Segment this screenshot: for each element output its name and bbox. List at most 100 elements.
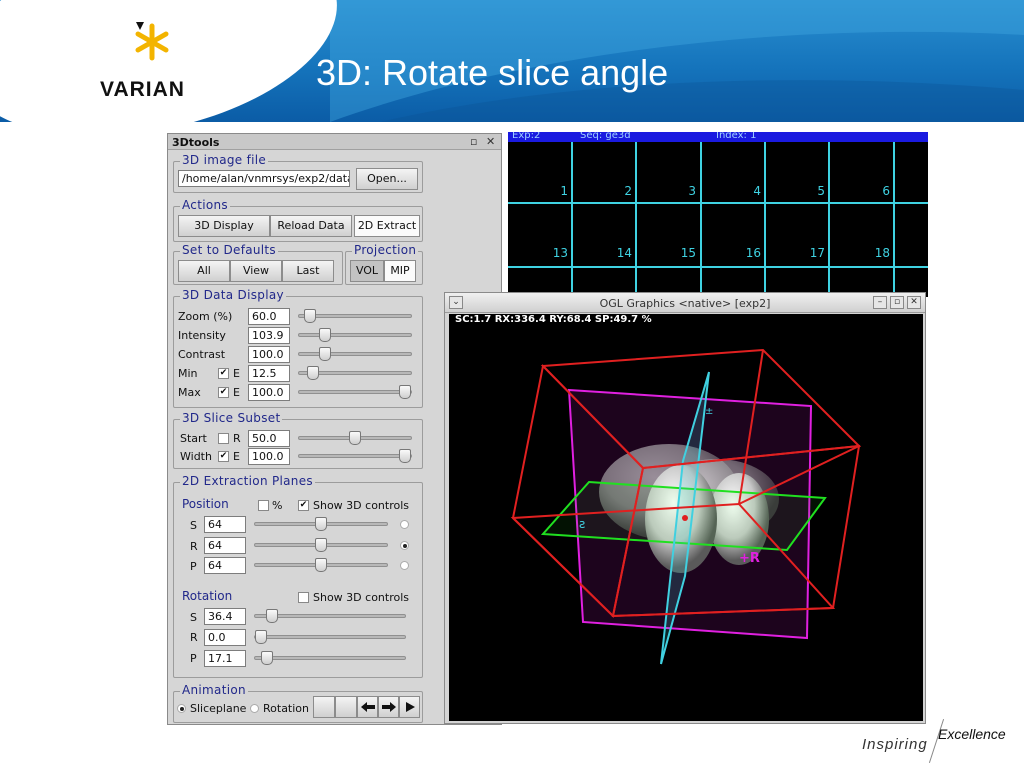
- min-input[interactable]: 12.5: [248, 365, 290, 382]
- zoom-slider-thumb[interactable]: [304, 309, 316, 323]
- pos-p-input[interactable]: 64: [204, 557, 246, 574]
- maximize-icon[interactable]: ▫: [890, 296, 904, 309]
- 3d-display-button[interactable]: 3D Display: [178, 215, 270, 237]
- sliceplane-label: Sliceplane: [190, 702, 247, 715]
- contrast-slider-thumb[interactable]: [319, 347, 331, 361]
- s-axis-mark: ƨ: [579, 517, 585, 531]
- start-slider[interactable]: [298, 431, 412, 445]
- ogl-titlebar[interactable]: ⌄ OGL Graphics <native> [exp2] – ▫ ✕: [445, 293, 925, 313]
- pos-p-radio[interactable]: [400, 561, 409, 570]
- max-input[interactable]: 100.0: [248, 384, 290, 401]
- pos-s-slider[interactable]: [254, 517, 388, 531]
- show3d-position-checkbox[interactable]: ✔: [298, 500, 309, 511]
- step-back-icon[interactable]: [357, 696, 378, 718]
- contrast-input[interactable]: 100.0: [248, 346, 290, 363]
- defaults-group: Set to Defaults All View Last: [173, 243, 343, 285]
- pos-p-slider[interactable]: [254, 558, 388, 572]
- defaults-all-button[interactable]: All: [178, 260, 230, 282]
- max-e-label: E: [233, 386, 240, 399]
- step-forward-icon[interactable]: [378, 696, 399, 718]
- pos-s-input[interactable]: 64: [204, 516, 246, 533]
- data-display-legend: 3D Data Display: [180, 288, 286, 302]
- pos-s-label: S: [190, 519, 197, 532]
- footer-excellence: Excellence: [938, 726, 1006, 742]
- rot-p-slider[interactable]: [254, 651, 406, 665]
- intensity-slider-thumb[interactable]: [319, 328, 331, 342]
- pin-icon[interactable]: ▫: [470, 135, 477, 148]
- percent-checkbox[interactable]: [258, 500, 269, 511]
- start-slider-thumb[interactable]: [349, 431, 361, 445]
- grid-header: Exp:2 Seq: ge3d Index: 1: [508, 132, 928, 142]
- rot-s-slider[interactable]: [254, 609, 406, 623]
- minimize-icon[interactable]: –: [873, 296, 887, 309]
- zoom-slider[interactable]: [298, 309, 412, 323]
- rot-s-label: S: [190, 611, 197, 624]
- ogl-canvas[interactable]: SC:1.7 RX:336.4 RY:68.4 SP:49.7 % +R ƨ ±: [449, 314, 923, 721]
- rotation-radio[interactable]: [250, 704, 259, 713]
- animation-blank-button-2[interactable]: [335, 696, 357, 718]
- grid-cell-number: 16: [745, 246, 761, 260]
- open-button[interactable]: Open...: [356, 168, 418, 190]
- extraction-legend: 2D Extraction Planes: [180, 474, 315, 488]
- min-label: Min: [178, 367, 198, 380]
- intensity-input[interactable]: 103.9: [248, 327, 290, 344]
- grid-cell-number: 17: [809, 246, 825, 260]
- animation-blank-button[interactable]: [313, 696, 335, 718]
- grid-cell-number: 1: [560, 184, 568, 198]
- projection-vol-button[interactable]: VOL: [350, 260, 384, 282]
- max-checkbox[interactable]: ✔: [218, 387, 229, 398]
- rot-r-input[interactable]: 0.0: [204, 629, 246, 646]
- pos-r-radio[interactable]: [400, 541, 409, 550]
- rot-r-label: R: [190, 631, 198, 644]
- close-icon[interactable]: ✕: [486, 135, 495, 148]
- rot-r-slider-thumb[interactable]: [255, 630, 267, 644]
- width-slider[interactable]: [298, 449, 412, 463]
- rot-s-input[interactable]: 36.4: [204, 608, 246, 625]
- contrast-slider[interactable]: [298, 347, 412, 361]
- grid-cell-number: 3: [688, 184, 696, 198]
- start-input[interactable]: 50.0: [248, 430, 290, 447]
- start-checkbox[interactable]: [218, 433, 229, 444]
- width-checkbox[interactable]: ✔: [218, 451, 229, 462]
- intensity-slider[interactable]: [298, 328, 412, 342]
- pos-s-slider-thumb[interactable]: [315, 517, 327, 531]
- grid-line: [764, 142, 766, 297]
- grid-cell-number: 4: [753, 184, 761, 198]
- reload-data-button[interactable]: Reload Data: [270, 215, 352, 237]
- pos-s-radio[interactable]: [400, 520, 409, 529]
- play-icon[interactable]: [399, 696, 420, 718]
- 2d-extract-button[interactable]: 2D Extract: [354, 215, 420, 237]
- pos-r-slider-thumb[interactable]: [315, 538, 327, 552]
- max-slider-thumb[interactable]: [399, 385, 411, 399]
- min-slider[interactable]: [298, 366, 412, 380]
- pos-r-input[interactable]: 64: [204, 537, 246, 554]
- pos-p-slider-thumb[interactable]: [315, 558, 327, 572]
- max-slider[interactable]: [298, 385, 412, 399]
- rot-r-slider[interactable]: [254, 630, 406, 644]
- sliceplane-radio[interactable]: [177, 704, 186, 713]
- image-grid[interactable]: Exp:2 Seq: ge3d Index: 1 1 2 3 4 5 6 13 …: [508, 132, 928, 297]
- rot-s-slider-thumb[interactable]: [266, 609, 278, 623]
- width-slider-thumb[interactable]: [399, 449, 411, 463]
- image-file-legend: 3D image file: [180, 153, 269, 167]
- show3d-rotation-checkbox[interactable]: [298, 592, 309, 603]
- slice-subset-group: 3D Slice Subset Start R 50.0 Width ✔ E 1…: [173, 411, 423, 469]
- rot-p-slider-thumb[interactable]: [261, 651, 273, 665]
- width-input[interactable]: 100.0: [248, 448, 290, 465]
- zoom-input[interactable]: 60.0: [248, 308, 290, 325]
- pos-r-slider[interactable]: [254, 538, 388, 552]
- actions-group: Actions 3D Display Reload Data 2D Extrac…: [173, 198, 423, 242]
- grid-cell-number: 2: [624, 184, 632, 198]
- rot-p-input[interactable]: 17.1: [204, 650, 246, 667]
- defaults-view-button[interactable]: View: [230, 260, 282, 282]
- varian-star-icon: [135, 22, 169, 61]
- tools-titlebar: 3Dtools ▫ ✕: [168, 134, 501, 150]
- contrast-label: Contrast: [178, 348, 226, 361]
- window-close-icon[interactable]: ✕: [907, 296, 921, 309]
- min-checkbox[interactable]: ✔: [218, 368, 229, 379]
- defaults-last-button[interactable]: Last: [282, 260, 334, 282]
- pos-r-label: R: [190, 540, 198, 553]
- min-slider-thumb[interactable]: [307, 366, 319, 380]
- image-path-input[interactable]: /home/alan/vnmrsys/exp2/data: [178, 170, 350, 187]
- projection-mip-button[interactable]: MIP: [384, 260, 416, 282]
